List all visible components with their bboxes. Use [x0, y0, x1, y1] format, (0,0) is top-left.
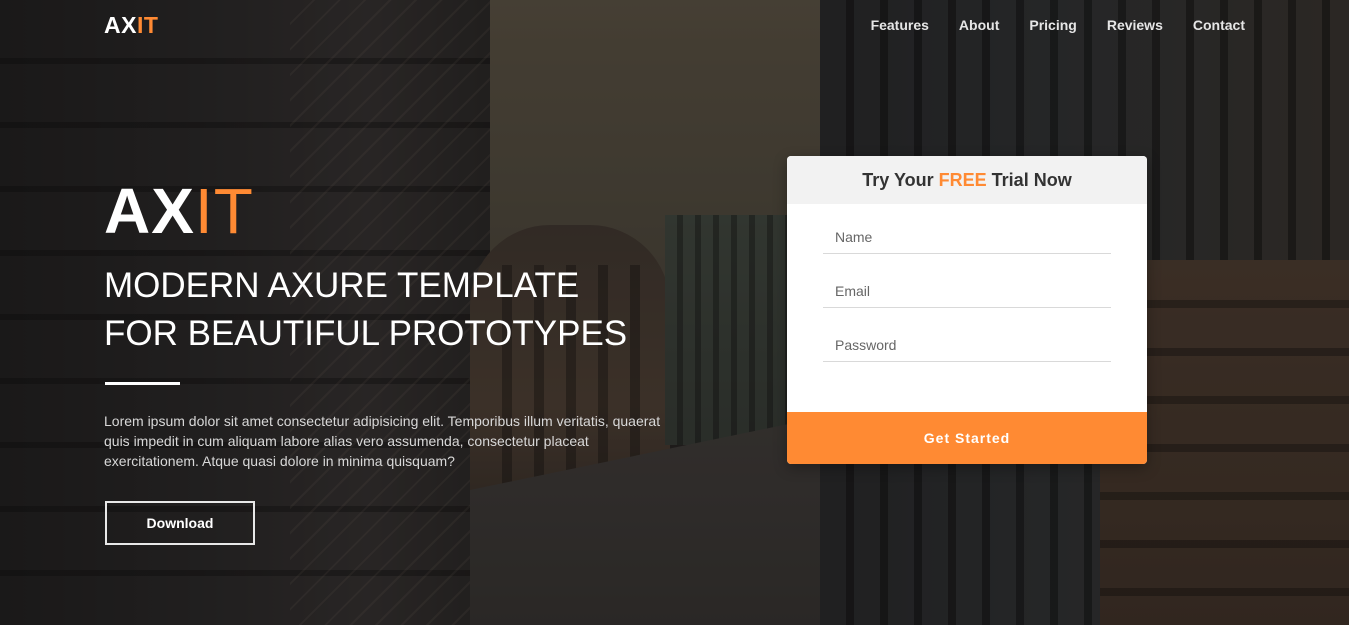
hero-logo: AXIT	[104, 178, 254, 244]
signup-card: Try Your FREE Trial Now Get Started	[787, 156, 1147, 464]
email-field[interactable]	[823, 274, 1111, 308]
password-field[interactable]	[823, 328, 1111, 362]
hero-logo-main: AX	[104, 175, 195, 247]
nav-link-pricing[interactable]: Pricing	[1029, 17, 1076, 33]
logo-accent: IT	[136, 12, 159, 38]
nav-link-reviews[interactable]: Reviews	[1107, 17, 1163, 33]
hero-headline-line1: MODERN AXURE TEMPLATE	[104, 266, 580, 305]
name-field[interactable]	[823, 220, 1111, 254]
hero-headline-line2: FOR BEAUTIFUL PROTOTYPES	[104, 314, 628, 353]
nav-logo[interactable]: AXIT	[104, 12, 158, 39]
top-navbar: AXIT Features About Pricing Reviews Cont…	[0, 0, 1349, 50]
hero-headline: MODERN AXURE TEMPLATE FOR BEAUTIFUL PROT…	[104, 262, 704, 358]
hero-logo-accent: IT	[194, 175, 254, 247]
logo-main: AX	[104, 12, 137, 38]
nav-link-about[interactable]: About	[959, 17, 999, 33]
signup-heading-accent: FREE	[938, 170, 987, 190]
get-started-button[interactable]: Get Started	[787, 412, 1147, 464]
download-button[interactable]: Download	[105, 501, 255, 545]
nav-link-features[interactable]: Features	[871, 17, 929, 33]
signup-heading-after: Trial Now	[986, 170, 1072, 190]
nav-link-contact[interactable]: Contact	[1193, 17, 1245, 33]
hero-section: AXIT Features About Pricing Reviews Cont…	[0, 0, 1349, 625]
hero-description: Lorem ipsum dolor sit amet consectetur a…	[104, 413, 661, 469]
hero-divider	[105, 382, 180, 385]
signup-heading-before: Try Your	[862, 170, 939, 190]
signup-heading: Try Your FREE Trial Now	[787, 156, 1147, 204]
nav-links: Features About Pricing Reviews Contact	[871, 17, 1245, 33]
